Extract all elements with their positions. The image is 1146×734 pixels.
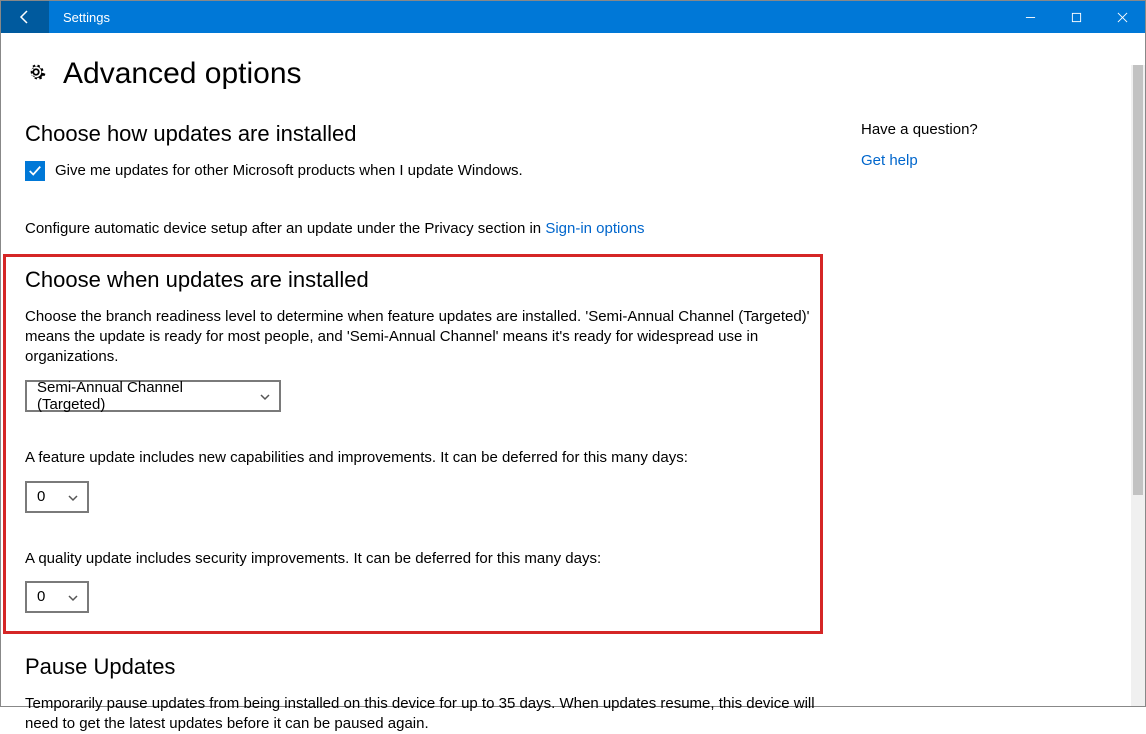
section-when-heading: Choose when updates are installed bbox=[25, 267, 817, 293]
have-question-label: Have a question? bbox=[861, 121, 1121, 138]
pause-updates-heading: Pause Updates bbox=[25, 654, 817, 680]
chevron-down-icon bbox=[67, 491, 79, 503]
dropdown-value: 0 bbox=[37, 588, 45, 605]
minimize-button[interactable] bbox=[1007, 1, 1053, 33]
scrollbar[interactable] bbox=[1131, 65, 1145, 706]
main-content: Advanced options Choose how updates are … bbox=[1, 33, 841, 706]
section-how-heading: Choose how updates are installed bbox=[25, 121, 817, 147]
window-controls bbox=[1007, 1, 1145, 33]
sidebar: Have a question? Get help bbox=[841, 33, 1121, 706]
chevron-down-icon bbox=[259, 390, 271, 402]
page-header: Advanced options bbox=[25, 57, 817, 91]
gear-icon bbox=[25, 61, 47, 87]
page-title: Advanced options bbox=[63, 57, 302, 91]
other-products-checkbox-row[interactable]: Give me updates for other Microsoft prod… bbox=[25, 161, 817, 181]
branch-readiness-desc: Choose the branch readiness level to det… bbox=[25, 307, 815, 368]
app-title: Settings bbox=[49, 10, 1007, 25]
dropdown-value: 0 bbox=[37, 488, 45, 505]
branch-readiness-dropdown[interactable]: Semi-Annual Channel (Targeted) bbox=[25, 380, 281, 412]
scrollbar-thumb[interactable] bbox=[1133, 65, 1143, 495]
feature-defer-desc: A feature update includes new capabiliti… bbox=[25, 448, 815, 468]
close-button[interactable] bbox=[1099, 1, 1145, 33]
quality-defer-dropdown[interactable]: 0 bbox=[25, 581, 89, 613]
checkbox-label: Give me updates for other Microsoft prod… bbox=[55, 161, 523, 181]
titlebar: Settings bbox=[1, 1, 1145, 33]
get-help-link[interactable]: Get help bbox=[861, 152, 1121, 169]
feature-defer-dropdown[interactable]: 0 bbox=[25, 481, 89, 513]
signin-options-link[interactable]: Sign-in options bbox=[545, 220, 644, 237]
dropdown-value: Semi-Annual Channel (Targeted) bbox=[37, 379, 249, 413]
checkbox-checked-icon[interactable] bbox=[25, 161, 45, 181]
maximize-button[interactable] bbox=[1053, 1, 1099, 33]
pause-updates-desc: Temporarily pause updates from being ins… bbox=[25, 694, 817, 734]
configure-setup-text: Configure automatic device setup after a… bbox=[25, 219, 817, 239]
back-button[interactable] bbox=[1, 1, 49, 33]
chevron-down-icon bbox=[67, 591, 79, 603]
quality-defer-desc: A quality update includes security impro… bbox=[25, 549, 815, 569]
highlighted-section: Choose when updates are installed Choose… bbox=[3, 254, 823, 634]
